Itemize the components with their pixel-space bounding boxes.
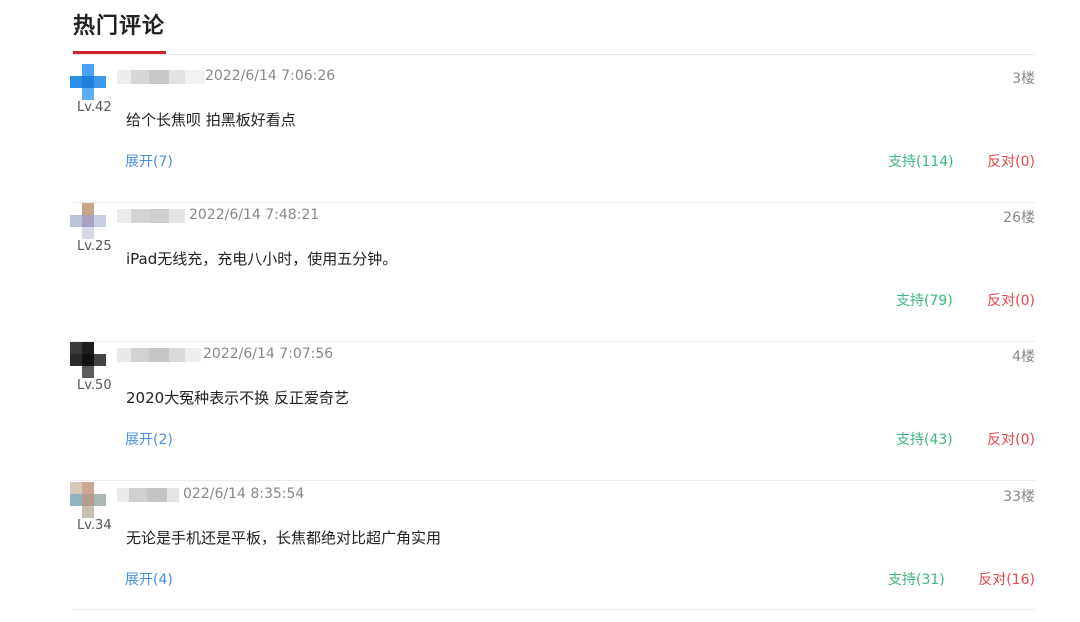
user-level: Lv.34	[76, 518, 113, 533]
comment-text: iPad无线充，充电八小时，使用五分钟。	[126, 250, 398, 268]
username[interactable]	[117, 348, 201, 362]
avatar[interactable]	[70, 342, 106, 378]
comment-text: 2020大冤种表示不换 反正爱奇艺	[126, 389, 349, 407]
support-button[interactable]: 支持(31)	[888, 569, 945, 589]
user-level: Lv.50	[76, 378, 113, 393]
oppose-button[interactable]: 反对(0)	[987, 429, 1035, 449]
username[interactable]	[117, 70, 205, 84]
username[interactable]	[117, 209, 185, 223]
comment-text: 无论是手机还是平板，长焦都绝对比超广角实用	[126, 529, 442, 547]
title-divider	[73, 54, 1035, 55]
expand-replies-link[interactable]: 展开(2)	[125, 429, 173, 449]
floor-number: 3楼	[1012, 71, 1035, 87]
support-button[interactable]: 支持(114)	[888, 151, 954, 171]
comment-item: Lv.34 022/6/14 8:35:54 33楼 无论是手机还是平板，长焦都…	[0, 482, 1080, 622]
oppose-button[interactable]: 反对(16)	[978, 569, 1035, 589]
hot-comments-panel: 热门评论 Lv.42 2022/6/14 7:06:26 3楼 给个长焦呗 拍黑…	[0, 0, 1080, 615]
avatar[interactable]	[70, 203, 106, 239]
floor-number: 33楼	[1003, 489, 1035, 505]
user-level: Lv.42	[76, 100, 113, 115]
comment-time: 2022/6/14 7:06:26	[205, 68, 336, 84]
support-button[interactable]: 支持(79)	[896, 290, 953, 310]
avatar[interactable]	[70, 64, 106, 100]
user-level: Lv.25	[76, 239, 113, 254]
support-button[interactable]: 支持(43)	[896, 429, 953, 449]
comment-text: 给个长焦呗 拍黑板好看点	[126, 111, 296, 129]
comment-time: 2022/6/14 7:48:21	[189, 207, 320, 223]
comment-item: Lv.50 2022/6/14 7:07:56 4楼 2020大冤种表示不换 反…	[0, 342, 1080, 482]
expand-replies-link[interactable]: 展开(4)	[125, 569, 173, 589]
expand-replies-link[interactable]: 展开(7)	[125, 151, 173, 171]
comment-time: 2022/6/14 7:07:56	[203, 346, 334, 362]
comment-item: Lv.42 2022/6/14 7:06:26 3楼 给个长焦呗 拍黑板好看点 …	[0, 64, 1080, 204]
floor-number: 4楼	[1012, 349, 1035, 365]
username[interactable]	[117, 488, 179, 502]
comment-divider	[73, 609, 1035, 610]
section-title: 热门评论	[73, 14, 166, 39]
oppose-button[interactable]: 反对(0)	[987, 290, 1035, 310]
avatar[interactable]	[70, 482, 106, 518]
comment-divider	[73, 480, 1035, 481]
oppose-button[interactable]: 反对(0)	[987, 151, 1035, 171]
comment-time: 022/6/14 8:35:54	[183, 486, 305, 502]
comment-item: Lv.25 2022/6/14 7:48:21 26楼 iPad无线充，充电八小…	[0, 203, 1080, 343]
floor-number: 26楼	[1003, 210, 1035, 226]
